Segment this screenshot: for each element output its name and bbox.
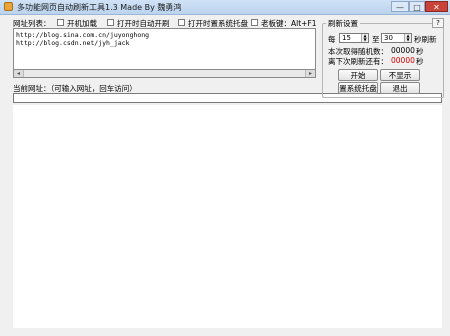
- maximize-button[interactable]: □: [409, 1, 425, 12]
- to-label: 至: [372, 35, 380, 44]
- startup-checkbox[interactable]: [57, 19, 64, 26]
- browser-view[interactable]: [13, 105, 442, 328]
- seconds-refresh-label: 秒刷新: [414, 35, 437, 44]
- boss-key-checkbox[interactable]: [251, 19, 258, 26]
- tray-button[interactable]: 置系统托盘: [338, 82, 378, 94]
- window-title: 多功能网页自动刷新工具1.3 Made By 魏勇鸿: [17, 3, 182, 12]
- scroll-right-icon[interactable]: ▸: [305, 70, 315, 77]
- start-button[interactable]: 开始: [338, 69, 378, 81]
- hide-button[interactable]: 不显示: [380, 69, 420, 81]
- app-window: 多功能网页自动刷新工具1.3 Made By 魏勇鸿 — □ ✕ 网址列表： 开…: [0, 0, 450, 336]
- close-button[interactable]: ✕: [425, 1, 448, 12]
- auto-refresh-checkbox[interactable]: [107, 19, 114, 26]
- app-icon: [4, 2, 13, 11]
- minimize-button[interactable]: —: [391, 1, 409, 12]
- help-icon[interactable]: ?: [432, 18, 444, 28]
- title-bar: 多功能网页自动刷新工具1.3 Made By 魏勇鸿 — □ ✕: [0, 0, 450, 15]
- next-refresh-countdown: 00000: [391, 56, 415, 65]
- next-refresh-unit: 秒: [416, 57, 424, 66]
- next-refresh-label: 离下次刷新还有：: [328, 57, 388, 66]
- url-list-item[interactable]: http://blog.csdn.net/jyh_jack: [16, 39, 315, 48]
- max-seconds-input[interactable]: 30 ▲ ▼: [381, 33, 412, 43]
- max-seconds-value: 30: [384, 34, 393, 42]
- horizontal-scrollbar[interactable]: ◂ ▸: [13, 69, 316, 78]
- random-number-value: 00000: [391, 46, 415, 55]
- every-label: 每: [328, 35, 336, 44]
- min-seconds-value: 15: [342, 34, 351, 42]
- refresh-settings-title: 刷新设置: [326, 18, 360, 29]
- spin-arrows-icon[interactable]: ▲ ▼: [361, 34, 368, 42]
- scroll-left-icon[interactable]: ◂: [14, 70, 24, 77]
- tray-on-open-checkbox[interactable]: [178, 19, 185, 26]
- min-seconds-input[interactable]: 15 ▲ ▼: [339, 33, 369, 43]
- spin-arrows-icon[interactable]: ▲ ▼: [404, 34, 411, 42]
- exit-button[interactable]: 退出: [380, 82, 420, 94]
